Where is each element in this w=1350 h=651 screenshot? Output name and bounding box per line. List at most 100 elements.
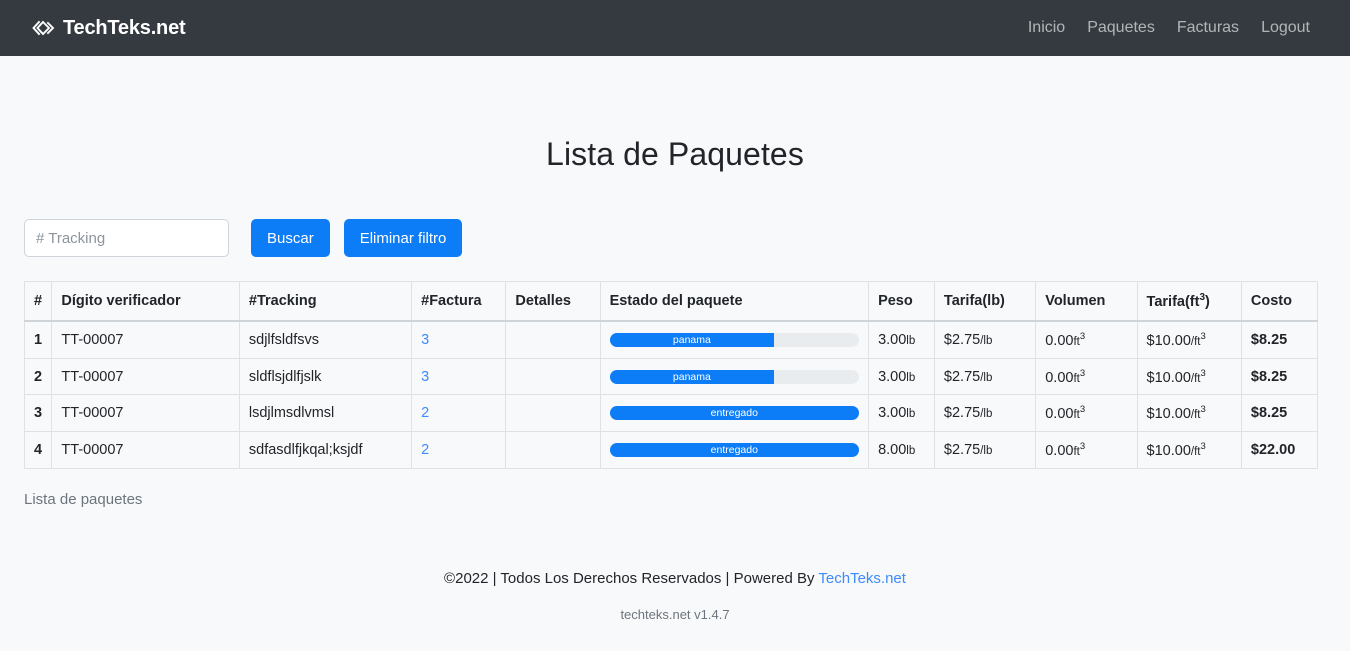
tarifa-ft3-unit: /ft [1190, 335, 1201, 348]
cell-index: 4 [23, 431, 53, 470]
estado-progress-fill: entregado [609, 443, 860, 458]
header-index: # [23, 280, 53, 322]
header-tracking: #Tracking [238, 280, 413, 322]
estado-progress-bar: panama [609, 369, 860, 384]
cell-detalles [505, 394, 601, 433]
cell-volumen: 0.00ft3 [1035, 320, 1138, 359]
table-caption: Lista de paquetes [24, 491, 143, 509]
tarifa-ft3-value: $10.00 [1146, 443, 1191, 460]
cell-tracking: lsdjlmsdlvmsl [238, 394, 413, 433]
packages-table: # Dígito verificador #Tracking #Factura … [23, 280, 1319, 470]
peso-unit: lb [906, 408, 916, 421]
cell-index: 3 [23, 394, 53, 433]
footer-copyright-text: ©2022 | Todos Los Derechos Reservados | … [444, 570, 819, 588]
cell-costo: $8.25 [1240, 394, 1319, 433]
volumen-value: 0.00 [1045, 332, 1074, 349]
cell-costo: $22.00 [1240, 431, 1319, 470]
factura-link[interactable]: 3 [421, 369, 429, 385]
estado-progress-fill: panama [609, 369, 775, 384]
cell-factura: 2 [411, 394, 507, 433]
cell-tarifa-ft3: $10.00/ft3 [1136, 394, 1242, 433]
nav-link-facturas[interactable]: Facturas [1177, 19, 1239, 37]
tarifa-ft3-unit: /ft [1190, 446, 1201, 459]
tarifa-ft3-value: $10.00 [1146, 369, 1191, 386]
tarifa-ft3-unit-sup: 3 [1200, 330, 1206, 342]
cell-factura: 3 [411, 357, 507, 396]
volumen-unit-sup: 3 [1079, 404, 1086, 416]
peso-value: 8.00 [878, 442, 907, 459]
cell-volumen: 0.00ft3 [1035, 357, 1138, 396]
header-costo: Costo [1240, 280, 1319, 322]
peso-unit: lb [906, 334, 916, 347]
peso-value: 3.00 [878, 368, 907, 385]
volumen-unit-sup: 3 [1079, 330, 1086, 342]
tarifa-ft3-unit: /ft [1190, 409, 1201, 422]
footer-techteks-link[interactable]: TechTeks.net [818, 570, 906, 587]
volumen-value: 0.00 [1045, 406, 1074, 423]
peso-value: 3.00 [878, 405, 907, 422]
factura-link[interactable]: 2 [421, 442, 429, 458]
cell-tracking: sdjlfsldfsvs [238, 320, 413, 359]
tarifa-ft3-unit-sup: 3 [1200, 367, 1206, 379]
table-body: 1 TT-00007 sdjlfsldfsvs 3 panama 3.00lb $2.75/… [23, 320, 1319, 470]
estado-progress-bar: panama [609, 332, 860, 347]
cell-digito-verificador: TT-00007 [51, 394, 240, 433]
header-tarifa-lb: Tarifa(lb) [933, 280, 1037, 322]
cell-peso: 8.00lb [868, 431, 935, 470]
volumen-unit-sup: 3 [1079, 367, 1086, 379]
tarifa-lb-unit: /lb [980, 371, 993, 384]
cell-estado-paquete: entregado [599, 394, 870, 433]
cell-index: 2 [23, 357, 53, 396]
search-button[interactable]: Buscar [251, 219, 330, 257]
header-detalles: Detalles [505, 280, 601, 322]
estado-progress-bar: entregado [609, 443, 860, 458]
cell-detalles [505, 431, 601, 470]
tarifa-lb-value: $2.75 [943, 405, 981, 422]
nav-link-logout[interactable]: Logout [1261, 19, 1310, 37]
table-row: 1 TT-00007 sdjlfsldfsvs 3 panama 3.00lb $2.75/… [23, 320, 1319, 359]
cell-factura: 2 [411, 431, 507, 470]
header-volumen: Volumen [1035, 280, 1138, 322]
tarifa-ft3-unit-sup: 3 [1200, 441, 1206, 453]
cell-estado-paquete: panama [599, 320, 870, 359]
tarifa-ft3-unit: /ft [1190, 372, 1201, 385]
brand-label: TechTeks.net [63, 16, 186, 39]
cell-detalles [505, 320, 601, 359]
cell-peso: 3.00lb [868, 394, 935, 433]
double-chevron-icon [30, 18, 56, 38]
nav-links: Inicio Paquetes Facturas Logout [1028, 19, 1310, 37]
cell-volumen: 0.00ft3 [1035, 431, 1138, 470]
table-header-row: # Dígito verificador #Tracking #Factura … [23, 280, 1319, 322]
tarifa-lb-unit: /lb [980, 334, 993, 347]
clear-filter-button[interactable]: Eliminar filtro [343, 219, 463, 257]
cell-index: 1 [23, 320, 53, 359]
peso-unit: lb [906, 445, 916, 458]
header-tarifa-ft3-base: Tarifa(ft [1146, 293, 1200, 310]
cell-detalles [505, 357, 601, 396]
table-head: # Dígito verificador #Tracking #Factura … [23, 280, 1319, 322]
brand-logo[interactable]: TechTeks.net [30, 16, 186, 40]
cell-factura: 3 [411, 320, 507, 359]
factura-link[interactable]: 2 [421, 405, 429, 421]
tracking-search-input[interactable] [24, 219, 229, 257]
factura-link[interactable]: 3 [421, 332, 429, 348]
volumen-unit-sup: 3 [1079, 441, 1086, 453]
cell-estado-paquete: entregado [599, 431, 870, 470]
volumen-value: 0.00 [1045, 369, 1074, 386]
cell-costo: $8.25 [1240, 320, 1319, 359]
tarifa-ft3-value: $10.00 [1146, 406, 1191, 423]
nav-link-paquetes[interactable]: Paquetes [1087, 19, 1155, 37]
top-navbar: TechTeks.net Inicio Paquetes Facturas Lo… [0, 0, 1350, 56]
table-row: 3 TT-00007 lsdjlmsdlvmsl 2 entregado 3.00lb $2… [23, 394, 1319, 433]
cell-digito-verificador: TT-00007 [51, 357, 240, 396]
header-peso: Peso [868, 280, 935, 322]
header-tarifa-ft3-close: ) [1205, 293, 1210, 310]
nav-link-inicio[interactable]: Inicio [1028, 19, 1065, 37]
footer-copyright: ©2022 | Todos Los Derechos Reservados | … [24, 570, 1326, 587]
cell-tarifa-lb: $2.75/lb [933, 431, 1037, 470]
main-container: Buscar Eliminar filtro # Dígito verifica… [0, 219, 1350, 622]
cell-tarifa-lb: $2.75/lb [933, 357, 1037, 396]
volumen-value: 0.00 [1045, 443, 1074, 460]
cell-tarifa-ft3: $10.00/ft3 [1136, 320, 1242, 359]
tarifa-ft3-value: $10.00 [1146, 332, 1191, 349]
